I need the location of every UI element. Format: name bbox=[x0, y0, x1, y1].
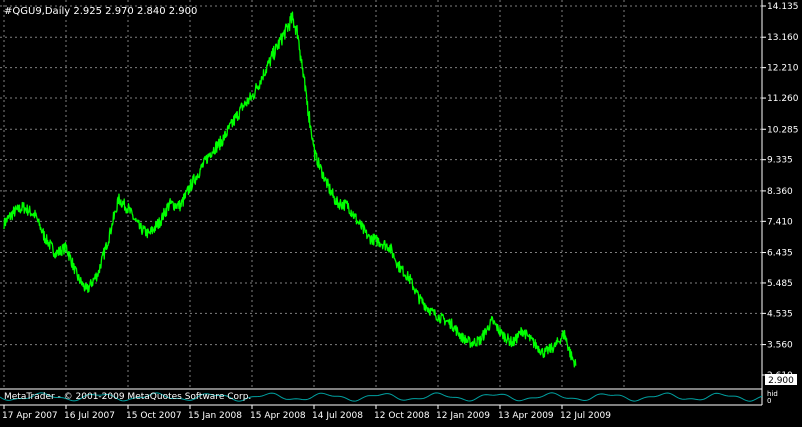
x-tick-label: 12 Jan 2009 bbox=[436, 411, 490, 421]
x-tick-label: 13 Apr 2009 bbox=[498, 411, 554, 421]
x-tick-label: 15 Oct 2007 bbox=[126, 411, 182, 421]
y-tick-label: 6.435 bbox=[767, 249, 793, 259]
y-tick-label: 4.535 bbox=[767, 309, 793, 319]
y-tick-label: 8.360 bbox=[767, 187, 793, 197]
symbol-header: #QGU9,Daily 2.925 2.970 2.840 2.900 bbox=[4, 6, 197, 17]
y-tick-label: 13.160 bbox=[767, 33, 799, 43]
x-tick-label: 15 Jan 2008 bbox=[188, 411, 242, 421]
sub-tick-label: 0 bbox=[767, 397, 771, 405]
x-tick-label: 16 Jul 2007 bbox=[64, 411, 115, 421]
price-chart-svg[interactable]: 14.135 13.160 12.210 11.260 10.285 9.335 8.360… bbox=[0, 0, 802, 423]
x-tick-label: 14 Jul 2008 bbox=[312, 411, 363, 421]
current-price-label: 2.900 bbox=[768, 376, 794, 386]
y-tick-label: 12.210 bbox=[767, 64, 799, 74]
x-tick-label: 12 Oct 2008 bbox=[374, 411, 430, 421]
copyright-label: MetaTrader - © 2001-2009 MetaQuotes Soft… bbox=[4, 392, 251, 402]
y-tick-label: 7.410 bbox=[767, 217, 793, 227]
chart-background bbox=[0, 0, 802, 423]
y-tick-label: 14.135 bbox=[767, 2, 799, 12]
x-tick-label: 15 Apr 2008 bbox=[250, 411, 306, 421]
y-tick-label: 5.485 bbox=[767, 279, 793, 289]
y-tick-label: 3.560 bbox=[767, 341, 793, 351]
y-tick-label: 11.260 bbox=[767, 94, 799, 104]
y-tick-label: 10.285 bbox=[767, 125, 799, 135]
y-tick-label: 9.335 bbox=[767, 156, 793, 166]
current-price-marker: 2.900 bbox=[765, 374, 797, 386]
x-tick-label: 17 Apr 2007 bbox=[2, 411, 58, 421]
price-chart[interactable]: 14.135 13.160 12.210 11.260 10.285 9.335 8.360… bbox=[0, 0, 802, 423]
x-tick-label: 12 Jul 2009 bbox=[560, 411, 611, 421]
